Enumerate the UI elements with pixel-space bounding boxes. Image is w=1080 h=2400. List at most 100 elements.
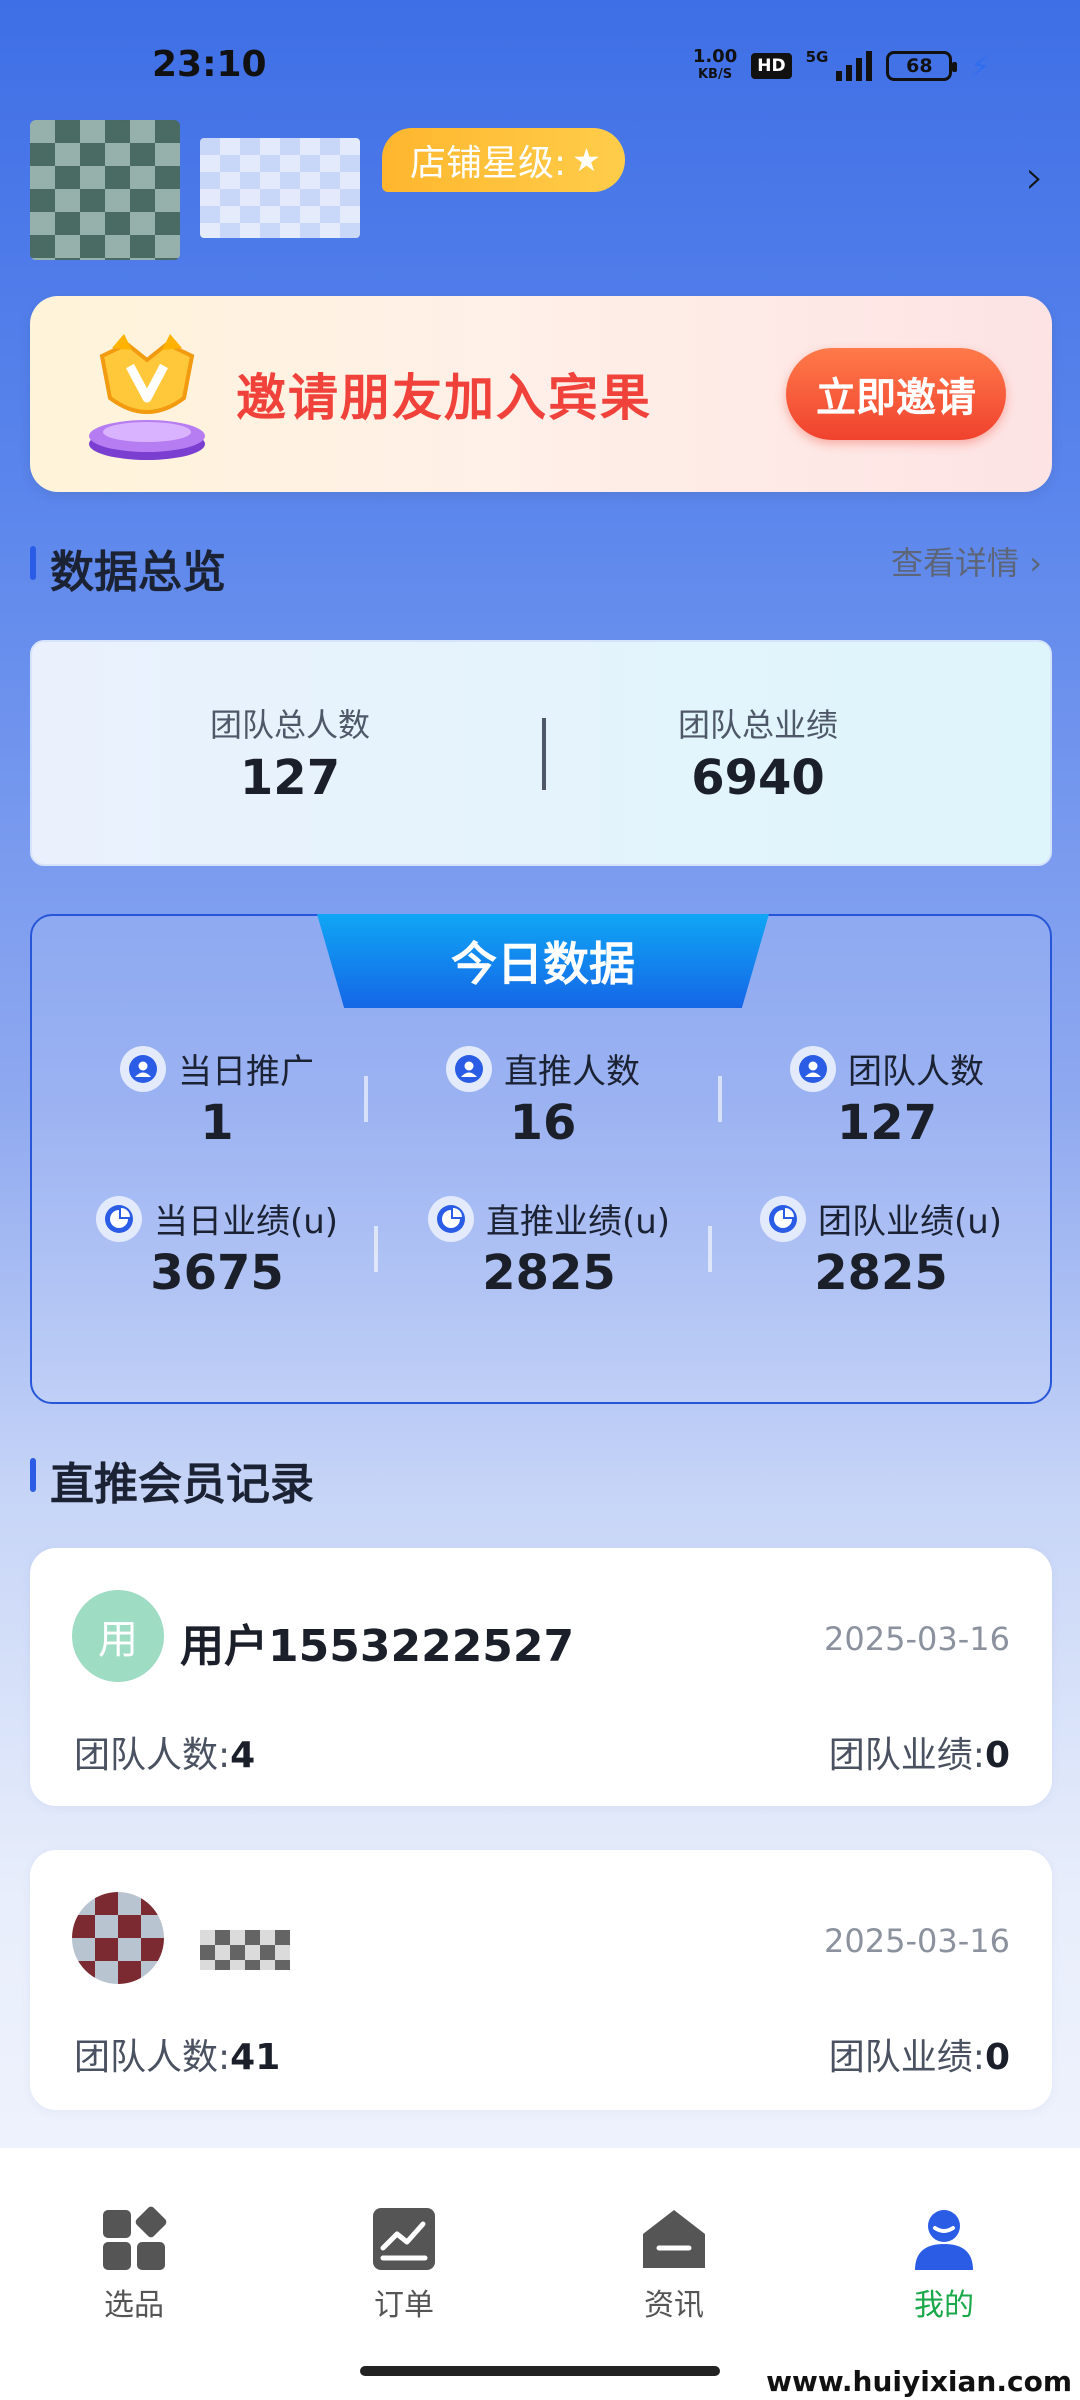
stat-label: 当日业绩(u) — [153, 1202, 339, 1242]
stat-label: 直推业绩(u) — [485, 1202, 671, 1242]
overview-card: 团队总人数 127 团队总业绩 6940 — [30, 640, 1052, 866]
star-icon: ★ — [572, 141, 601, 179]
nav-label: 资讯 — [644, 2288, 704, 2323]
today-data-card: 今日数据 当日推广 1 直推人数 16 团队人数 127 当日业绩(u) 367… — [30, 914, 1052, 1404]
network-speed: 1.00 KB/S — [693, 48, 737, 84]
stat-divider — [708, 1226, 712, 1272]
member-team-count: 团队人数:41 — [74, 2028, 280, 2080]
team-total-performance: 团队总业绩 6940 — [558, 700, 958, 806]
member-date: 2025-03-16 — [824, 1922, 1010, 1960]
nav-item-mine[interactable]: 我的 — [844, 2204, 1044, 2324]
nav-label: 选品 — [104, 2288, 164, 2323]
stat-daily-promotion: 当日推广 1 — [52, 1044, 382, 1151]
pie-chart-icon — [759, 1195, 806, 1242]
member-team-performance: 团队业绩:0 — [829, 1726, 1010, 1778]
store-star-level-label: 店铺星级: — [410, 143, 567, 184]
stat-label: 直推人数 — [504, 1052, 640, 1092]
member-date: 2025-03-16 — [824, 1620, 1010, 1658]
stat-label: 团队业绩(u) — [817, 1202, 1003, 1242]
team-count-value: 41 — [230, 2037, 281, 2078]
stat-label: 团队人数 — [848, 1052, 984, 1092]
status-bar: 23:10 1.00 KB/S HD 5G 68 ⚡ — [0, 0, 1080, 130]
view-details-label: 查看详情 — [891, 544, 1020, 582]
stat-label: 当日推广 — [178, 1052, 314, 1092]
signal-icon — [836, 51, 873, 81]
invite-now-button[interactable]: 立即邀请 — [786, 348, 1006, 440]
team-total-perf-value: 6940 — [691, 750, 825, 806]
member-card[interactable]: 用 用户1553222527 2025-03-16 团队人数:4 团队业绩:0 — [30, 1548, 1052, 1806]
stat-direct-referrals: 直推人数 16 — [378, 1044, 708, 1151]
invite-banner[interactable]: 邀请朋友加入宾果 立即邀请 — [30, 296, 1052, 492]
stat-team-members: 团队人数 127 — [722, 1044, 1052, 1151]
member-name: 用户1553222527 — [180, 1621, 575, 1672]
team-perf-label: 团队业绩: — [828, 2037, 985, 2078]
overview-title: 数据总览 — [30, 536, 226, 600]
stat-value: 1 — [200, 1095, 234, 1151]
status-indicators: 1.00 KB/S HD 5G 68 ⚡ — [693, 48, 990, 84]
stat-value: 16 — [509, 1095, 577, 1151]
member-team-performance: 团队业绩:0 — [829, 2028, 1010, 2080]
team-total-people-value: 127 — [239, 750, 341, 806]
team-perf-label: 团队业绩: — [828, 1735, 985, 1776]
team-perf-value: 0 — [984, 2037, 1010, 2078]
profile-username — [200, 138, 360, 238]
network-speed-unit: KB/S — [697, 67, 733, 82]
stat-value: 2825 — [814, 1245, 948, 1301]
direct-member-records-title: 直推会员记录 — [30, 1448, 314, 1512]
status-time: 23:10 — [152, 44, 267, 85]
team-total-people: 团队总人数 127 — [90, 700, 490, 806]
profile-chevron-right-icon[interactable]: › — [1026, 150, 1044, 204]
news-icon — [643, 2210, 705, 2268]
hd-badge: HD — [751, 53, 792, 79]
network-speed-value: 1.00 — [692, 46, 738, 67]
member-team-count: 团队人数:4 — [74, 1726, 255, 1778]
grid-icon — [103, 2206, 167, 2270]
team-count-value: 4 — [230, 1735, 256, 1776]
home-indicator[interactable] — [360, 2366, 720, 2376]
nav-item-orders[interactable]: 订单 — [304, 2204, 504, 2324]
stat-team-performance: 团队业绩(u) 2825 — [716, 1194, 1046, 1301]
member-name — [200, 1930, 290, 1970]
store-star-level-badge: 店铺星级: ★ — [382, 128, 625, 192]
bottom-nav: 选品 订单 资讯 我的 — [0, 2148, 1080, 2400]
stat-daily-performance: 当日业绩(u) 3675 — [52, 1194, 382, 1301]
team-count-label: 团队人数: — [74, 2037, 231, 2078]
stat-divider — [374, 1226, 378, 1272]
stat-value: 127 — [836, 1095, 938, 1151]
stat-value: 2825 — [482, 1245, 616, 1301]
chart-icon — [373, 2208, 435, 2270]
team-total-perf-label: 团队总业绩 — [677, 706, 838, 744]
user-icon — [790, 1045, 836, 1092]
profile-icon — [915, 2210, 973, 2270]
battery-icon: 68 — [886, 51, 958, 81]
user-icon — [446, 1045, 492, 1092]
pie-chart-icon — [427, 1195, 474, 1242]
stat-direct-performance: 直推业绩(u) 2825 — [384, 1194, 714, 1301]
nav-label: 我的 — [914, 2288, 974, 2323]
invite-text: 邀请朋友加入宾果 — [236, 369, 652, 427]
nav-item-news[interactable]: 资讯 — [574, 2204, 774, 2324]
watermark: www.huiyixian.com — [762, 2365, 1076, 2398]
member-card[interactable]: 2025-03-16 团队人数:41 团队业绩:0 — [30, 1850, 1052, 2110]
nav-label: 订单 — [374, 2288, 434, 2323]
view-details-link[interactable]: 查看详情 › — [891, 538, 1042, 584]
charging-icon: ⚡ — [970, 49, 990, 83]
profile-avatar[interactable] — [30, 120, 180, 260]
user-icon — [120, 1045, 166, 1092]
trophy-icon — [89, 334, 205, 460]
chevron-right-icon: › — [1029, 544, 1042, 582]
overview-divider — [542, 718, 546, 790]
pie-chart-icon — [95, 1195, 142, 1242]
team-total-people-label: 团队总人数 — [209, 706, 370, 744]
team-perf-value: 0 — [984, 1735, 1010, 1776]
battery-level: 68 — [906, 55, 933, 77]
team-count-label: 团队人数: — [74, 1735, 231, 1776]
nav-item-selection[interactable]: 选品 — [34, 2204, 234, 2324]
signal-type-label: 5G — [805, 48, 829, 66]
stat-value: 3675 — [150, 1245, 284, 1301]
member-avatar — [72, 1892, 164, 1984]
member-avatar: 用 — [72, 1590, 164, 1682]
profile-username-text — [200, 138, 201, 139]
today-data-title: 今日数据 — [317, 914, 769, 1008]
stat-divider — [364, 1076, 368, 1122]
